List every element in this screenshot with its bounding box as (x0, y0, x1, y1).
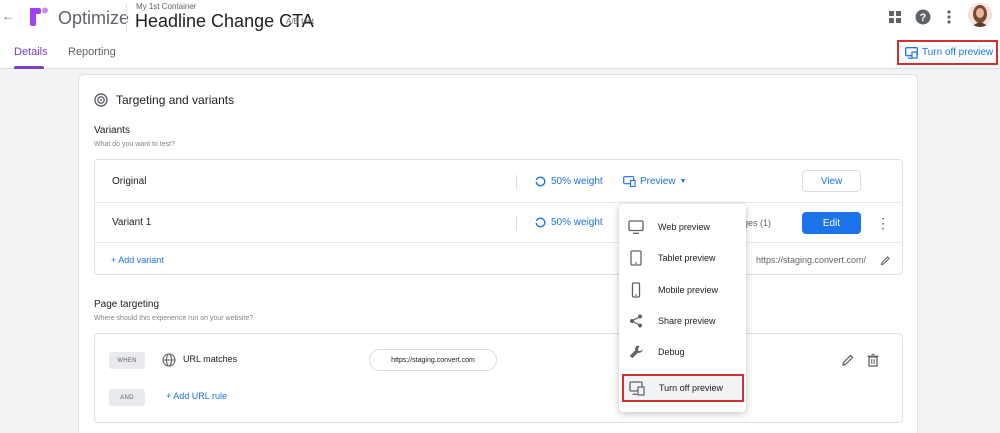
menu-item-label: Web preview (658, 222, 710, 232)
variants-subtitle: What do you want to test? (94, 141, 175, 148)
menu-item-tablet-preview[interactable]: Tablet preview (619, 244, 746, 272)
weight-icon (535, 217, 546, 228)
preview-icon (623, 176, 636, 187)
avatar[interactable] (968, 3, 992, 27)
preview-menu: Web preview Tablet preview Mobile previe… (619, 204, 746, 412)
back-arrow-icon[interactable]: ← (2, 9, 14, 23)
menu-item-turn-off-preview[interactable]: Turn off preview (622, 374, 744, 402)
active-tab-indicator (14, 66, 44, 69)
preview-off-icon (629, 381, 645, 396)
variants-title: Variants (94, 125, 130, 136)
preview-off-icon (905, 46, 918, 59)
weight-original[interactable]: 50% weight (535, 176, 603, 187)
globe-icon (162, 353, 176, 367)
share-icon (630, 314, 642, 328)
page-targeting-subtitle: Where should this experience run on your… (94, 315, 254, 322)
phone-icon (631, 282, 641, 298)
svg-text:?: ? (920, 12, 927, 24)
brand-name: Optimize (58, 8, 130, 28)
more-vert-icon[interactable] (940, 8, 958, 26)
menu-item-label: Tablet preview (658, 253, 716, 263)
page-targeting-rules: WHEN URL matches https://staging.convert… (94, 333, 903, 423)
turn-off-preview-button[interactable]: Turn off preview (897, 40, 998, 65)
editor-page-url: https://staging.convert.com/ (756, 255, 867, 265)
weight-icon (535, 176, 546, 187)
turn-off-preview-label: Turn off preview (922, 47, 994, 58)
apps-icon[interactable] (886, 8, 904, 26)
add-variant-link[interactable]: + Add variant (111, 255, 164, 265)
menu-item-debug[interactable]: Debug (619, 338, 746, 366)
variant-more-icon[interactable]: ⋮ (876, 215, 890, 231)
pages-count: ges (1) (743, 218, 772, 228)
preview-dropdown[interactable]: Preview ▼ (623, 176, 687, 187)
menu-item-label: Turn off preview (659, 383, 724, 393)
column-divider (516, 175, 517, 189)
when-chip: WHEN (109, 352, 145, 369)
menu-item-label: Debug (658, 347, 685, 357)
experiment-type-badge: A/B test (286, 17, 315, 26)
tab-details[interactable]: Details (14, 46, 48, 58)
pencil-icon[interactable] (841, 353, 855, 367)
edit-url-pencil-icon[interactable] (880, 255, 891, 266)
variants-list: Original 50% weight Preview ▼ View Varia… (94, 159, 903, 275)
chevron-down-icon: ▼ (679, 178, 687, 185)
tab-bar: Details Reporting (0, 37, 1000, 69)
preview-label: Preview (640, 176, 676, 187)
row-divider (95, 242, 902, 243)
optimize-logo-icon (30, 7, 48, 26)
target-icon (94, 93, 108, 107)
tab-reporting[interactable]: Reporting (68, 46, 116, 58)
rule-value-input[interactable]: https://staging.convert.com (369, 349, 497, 371)
column-divider (516, 216, 517, 230)
top-bar: ← Optimize My 1st Container Headline Cha… (0, 0, 1000, 37)
container-name[interactable]: My 1st Container (136, 2, 196, 11)
menu-item-mobile-preview[interactable]: Mobile preview (619, 276, 746, 304)
card-title: Targeting and variants (116, 93, 235, 107)
wrench-icon (629, 345, 643, 359)
menu-item-web-preview[interactable]: Web preview (619, 213, 746, 241)
menu-item-label: Mobile preview (658, 285, 719, 295)
variant-name-1: Variant 1 (112, 217, 152, 228)
delete-icon[interactable] (866, 353, 880, 367)
monitor-icon (628, 220, 644, 234)
add-url-rule-link[interactable]: + Add URL rule (166, 391, 227, 401)
menu-item-share-preview[interactable]: Share preview (619, 307, 746, 335)
and-chip: AND (109, 389, 145, 406)
weight-label: 50% weight (551, 176, 603, 187)
tablet-icon (630, 250, 642, 266)
weight-label: 50% weight (551, 217, 603, 228)
targeting-variants-card: Targeting and variants Variants What do … (78, 74, 918, 433)
row-divider (95, 202, 902, 203)
help-icon[interactable]: ? (914, 8, 932, 26)
rule-condition[interactable]: URL matches (183, 354, 237, 364)
view-button[interactable]: View (802, 170, 861, 192)
header-divider (126, 4, 127, 32)
variant-name-original: Original (112, 176, 147, 187)
menu-item-label: Share preview (658, 316, 716, 326)
weight-variant-1[interactable]: 50% weight (535, 217, 603, 228)
edit-button[interactable]: Edit (802, 212, 861, 234)
page-targeting-title: Page targeting (94, 299, 160, 310)
